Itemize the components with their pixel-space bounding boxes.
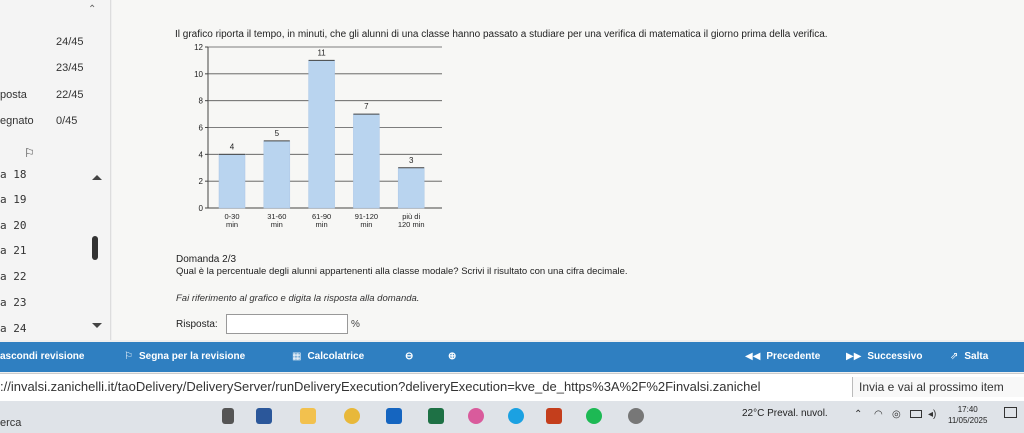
y-tick-label: 8 — [199, 97, 204, 106]
url-text: ://invalsi.zanichelli.it/taoDelivery/Del… — [0, 379, 761, 394]
mark-review-button[interactable]: ⚐ Segna per la revisione — [124, 342, 245, 372]
weather-widget[interactable]: 22°C Preval. nuvol. — [742, 408, 828, 419]
category-label: min — [271, 220, 283, 229]
skip-icon: ⇗ — [950, 351, 959, 362]
y-tick-label: 6 — [199, 124, 204, 133]
category-label: min — [226, 220, 238, 229]
data-label: 5 — [275, 129, 280, 138]
sidebar-question-19[interactable]: a 19 — [0, 193, 27, 206]
y-tick-label: 4 — [199, 150, 204, 159]
sidebar-question-22[interactable]: a 22 — [0, 270, 27, 283]
app-icon[interactable] — [628, 408, 644, 424]
notification-icon[interactable] — [1004, 407, 1017, 418]
mail-icon[interactable] — [386, 408, 402, 424]
previous-button[interactable]: ◀◀ Precedente — [745, 342, 820, 372]
test-toolbar: ascondi revisione ⚐ Segna per la revision… — [0, 342, 1024, 372]
bar-chart: 02468101240-30min531-60min1161-90min791-… — [194, 43, 442, 229]
data-label: 4 — [230, 142, 235, 151]
sidebar: ⌃ 24/45 23/45 posta 22/45 egnato 0/45 ⚐ … — [0, 0, 111, 340]
y-tick-label: 12 — [194, 43, 203, 52]
bar — [353, 113, 380, 209]
y-tick-label: 0 — [199, 204, 204, 213]
zoom-out-icon: ⊖ — [405, 351, 414, 362]
scrollbar-thumb[interactable] — [92, 236, 98, 260]
battery-icon[interactable] — [910, 410, 922, 418]
scroll-up-icon[interactable] — [92, 175, 102, 180]
bar — [263, 140, 291, 209]
data-label: 3 — [409, 156, 414, 165]
chrome-icon[interactable] — [344, 408, 360, 424]
wifi-icon[interactable]: ◠ — [874, 409, 883, 420]
zoom-out-button[interactable]: ⊖ — [405, 342, 413, 372]
spotify-icon[interactable] — [586, 408, 602, 424]
answer-unit: % — [351, 319, 360, 330]
data-label: 7 — [364, 102, 369, 111]
scroll-down-icon[interactable] — [92, 323, 102, 328]
task-view-icon[interactable] — [222, 408, 234, 424]
flag-icon: ⚐ — [124, 351, 133, 362]
chart-caption: Il grafico riporta il tempo, in minuti, … — [175, 29, 828, 40]
chart-bars — [218, 59, 425, 209]
next-button[interactable]: ▶▶ Successivo — [846, 342, 922, 372]
next-icon: ▶▶ — [846, 351, 862, 362]
taskbar-search[interactable]: erca — [0, 417, 21, 429]
sidebar-question-20[interactable]: a 20 — [0, 219, 27, 232]
question-hint: Fai riferimento al grafico e digita la r… — [176, 293, 420, 304]
clock[interactable]: 17:40 11/05/2025 — [948, 404, 987, 426]
calculator-icon: ▦ — [292, 351, 302, 362]
zoom-in-button[interactable]: ⊕ — [448, 342, 456, 372]
sidebar-question-21[interactable]: a 21 — [0, 244, 27, 257]
flag-icon[interactable]: ⚐ — [24, 146, 35, 160]
bar — [397, 167, 425, 209]
zoom-in-icon: ⊕ — [448, 351, 457, 362]
answer-label: Risposta: — [176, 319, 218, 330]
previous-icon: ◀◀ — [745, 351, 761, 362]
excel-icon[interactable] — [428, 408, 444, 424]
volume-icon[interactable]: ◂) — [928, 409, 936, 420]
calculator-button[interactable]: ▦ Calcolatrice — [292, 342, 364, 372]
category-label: 120 min — [398, 220, 425, 229]
taskbar: erca 22°C Preval. nuvol. ⌃ ◠ ◎ ◂) 17:40 … — [0, 401, 1024, 433]
edge-icon[interactable] — [508, 408, 524, 424]
data-label: 11 — [317, 48, 326, 57]
category-label: min — [316, 220, 328, 229]
browser-status-bar: ://invalsi.zanichelli.it/taoDelivery/Del… — [0, 373, 1024, 402]
word-icon[interactable] — [256, 408, 272, 424]
file-explorer-icon[interactable] — [300, 408, 316, 424]
tooltip: Invia e vai al prossimo item — [852, 377, 1024, 397]
bar — [218, 154, 246, 209]
sidebar-question-18[interactable]: a 18 — [0, 168, 27, 181]
y-tick-label: 2 — [199, 177, 204, 186]
network-icon[interactable]: ◎ — [892, 409, 901, 420]
chevron-up-icon[interactable]: ⌃ — [88, 4, 96, 15]
skip-button[interactable]: ⇗ Salta — [950, 342, 988, 372]
category-label: min — [360, 220, 372, 229]
app-icon[interactable] — [468, 408, 484, 424]
tray-chevron-icon[interactable]: ⌃ — [854, 409, 862, 420]
sidebar-question-23[interactable]: a 23 — [0, 296, 27, 309]
question-text: Qual è la percentuale degli alunni appar… — [176, 266, 628, 277]
bar — [308, 60, 335, 209]
question-title: Domanda 2/3 — [176, 254, 237, 265]
hide-review-button[interactable]: ascondi revisione — [0, 342, 84, 372]
y-tick-label: 10 — [194, 70, 203, 79]
powerpoint-icon[interactable] — [546, 408, 562, 424]
sidebar-question-24[interactable]: a 24 — [0, 322, 27, 335]
answer-input[interactable] — [226, 314, 348, 334]
